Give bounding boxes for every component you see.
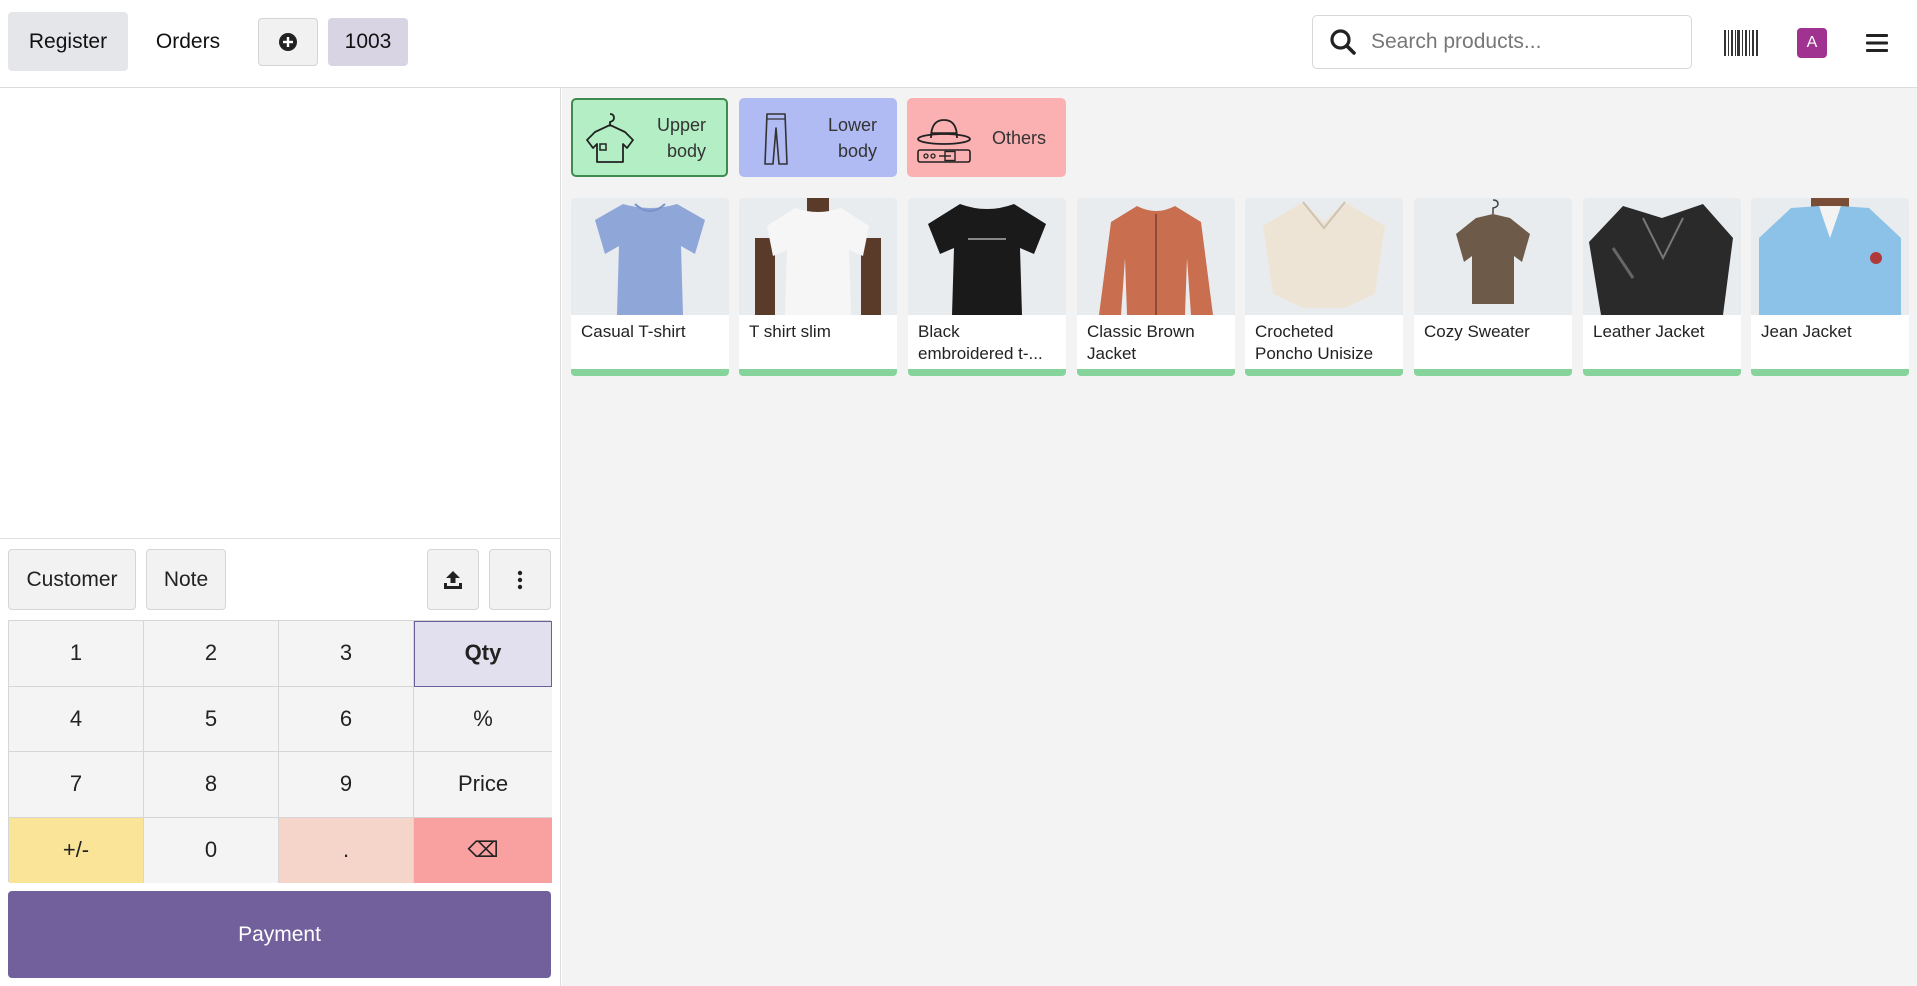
numpad-key-2[interactable]: 2 xyxy=(144,621,279,687)
product-image xyxy=(739,198,897,315)
product-name: Black embroidered t-... xyxy=(918,322,1043,363)
product-card-jean-jacket[interactable]: Jean Jacket xyxy=(1751,198,1909,376)
product-card-black-embroidered-tshirt[interactable]: Black embroidered t-... xyxy=(908,198,1066,376)
customer-button[interactable]: Customer xyxy=(8,549,136,610)
poncho-image xyxy=(1263,201,1385,308)
numpad-key-9[interactable]: 9 xyxy=(279,752,414,818)
product-card-tshirt-slim[interactable]: T shirt slim xyxy=(739,198,897,376)
payment-button[interactable]: Payment xyxy=(8,891,551,978)
numpad-key-decimal[interactable]: . xyxy=(279,817,414,883)
product-card-crocheted-poncho[interactable]: Crocheted Poncho Unisize xyxy=(1245,198,1403,376)
more-actions-button[interactable] xyxy=(489,549,551,610)
numpad: 1 2 3 Qty 4 5 6 % 7 8 9 Price +/- 0 . ⌫ xyxy=(8,620,552,883)
numpad-key-7[interactable]: 7 xyxy=(9,752,144,818)
product-image xyxy=(908,198,1066,315)
numpad-key-6[interactable]: 6 xyxy=(279,686,414,752)
hat-belt-icon xyxy=(917,118,971,163)
category-lower-body[interactable]: Lower body xyxy=(739,98,897,177)
numpad-key-4[interactable]: 4 xyxy=(9,686,144,752)
numpad-key-backspace[interactable]: ⌫ xyxy=(414,817,552,883)
product-card-classic-brown-jacket[interactable]: Classic Brown Jacket xyxy=(1077,198,1235,376)
search-icon xyxy=(1330,29,1356,55)
pants-icon xyxy=(764,112,788,165)
category-label: Others xyxy=(991,127,1046,148)
numpad-key-0[interactable]: 0 xyxy=(144,817,279,883)
product-name: Classic Brown Jacket xyxy=(1087,322,1195,363)
category-upper-body[interactable]: Upper body xyxy=(571,98,728,177)
tshirt-image xyxy=(595,203,705,315)
product-name: Casual T-shirt xyxy=(581,322,686,341)
product-name: Jean Jacket xyxy=(1761,322,1852,341)
order-panel: Customer Note 1 2 3 Qty 4 5 6 % 7 8 9 Pr… xyxy=(0,88,561,986)
numpad-key-5[interactable]: 5 xyxy=(144,686,279,752)
product-name: Crocheted Poncho Unisize xyxy=(1255,322,1374,363)
category-label: Lower body xyxy=(827,114,877,161)
product-name: Leather Jacket xyxy=(1593,322,1705,341)
order-tab-1003[interactable]: 1003 xyxy=(328,18,408,66)
shirt-hanger-icon xyxy=(586,112,634,163)
product-card-cozy-sweater[interactable]: Cozy Sweater xyxy=(1414,198,1572,376)
category-others[interactable]: Others xyxy=(907,98,1066,177)
numpad-key-price[interactable]: Price xyxy=(414,752,552,818)
orders-tab[interactable]: Orders xyxy=(132,12,244,71)
product-image xyxy=(1751,198,1909,315)
barcode-icon[interactable] xyxy=(1724,30,1758,56)
product-card-leather-jacket[interactable]: Leather Jacket xyxy=(1583,198,1741,376)
tshirt-image xyxy=(755,198,881,315)
numpad-key-8[interactable]: 8 xyxy=(144,752,279,818)
category-label: Upper body xyxy=(656,114,706,161)
hamburger-menu-icon[interactable] xyxy=(1866,32,1890,54)
search-input[interactable] xyxy=(1371,30,1671,54)
product-image xyxy=(571,198,729,315)
numpad-key-plus-minus[interactable]: +/- xyxy=(9,817,144,883)
product-image xyxy=(1077,198,1235,315)
user-avatar[interactable]: A xyxy=(1797,28,1827,58)
product-image xyxy=(1583,198,1741,315)
jacket-image xyxy=(1589,204,1733,315)
search-box[interactable] xyxy=(1312,15,1692,69)
numpad-key-1[interactable]: 1 xyxy=(9,621,144,687)
sweater-image xyxy=(1456,199,1530,304)
product-grid: Casual T-shirt T shirt slim Black embroi… xyxy=(571,198,1909,378)
jacket-image xyxy=(1099,206,1213,315)
numpad-key-percent[interactable]: % xyxy=(414,686,552,752)
product-image xyxy=(1414,198,1572,315)
product-name: T shirt slim xyxy=(749,322,831,341)
upload-icon xyxy=(444,570,462,589)
numpad-key-qty[interactable]: Qty xyxy=(414,621,552,687)
order-divider xyxy=(0,538,561,539)
product-panel: Upper body Lower body Others Casual T-sh… xyxy=(562,88,1917,986)
top-bar: Register Orders 1003 A xyxy=(0,0,1917,88)
export-button[interactable] xyxy=(427,549,479,610)
product-image xyxy=(1245,198,1403,315)
numpad-key-3[interactable]: 3 xyxy=(279,621,414,687)
product-name: Cozy Sweater xyxy=(1424,322,1530,341)
register-tab[interactable]: Register xyxy=(8,12,128,71)
product-card-casual-tshirt[interactable]: Casual T-shirt xyxy=(571,198,729,376)
tshirt-image xyxy=(928,204,1046,315)
vertical-dots-icon xyxy=(517,570,523,589)
note-button[interactable]: Note xyxy=(146,549,226,610)
jacket-image xyxy=(1759,198,1901,315)
plus-circle-icon xyxy=(279,33,297,51)
new-order-button[interactable] xyxy=(258,18,318,66)
